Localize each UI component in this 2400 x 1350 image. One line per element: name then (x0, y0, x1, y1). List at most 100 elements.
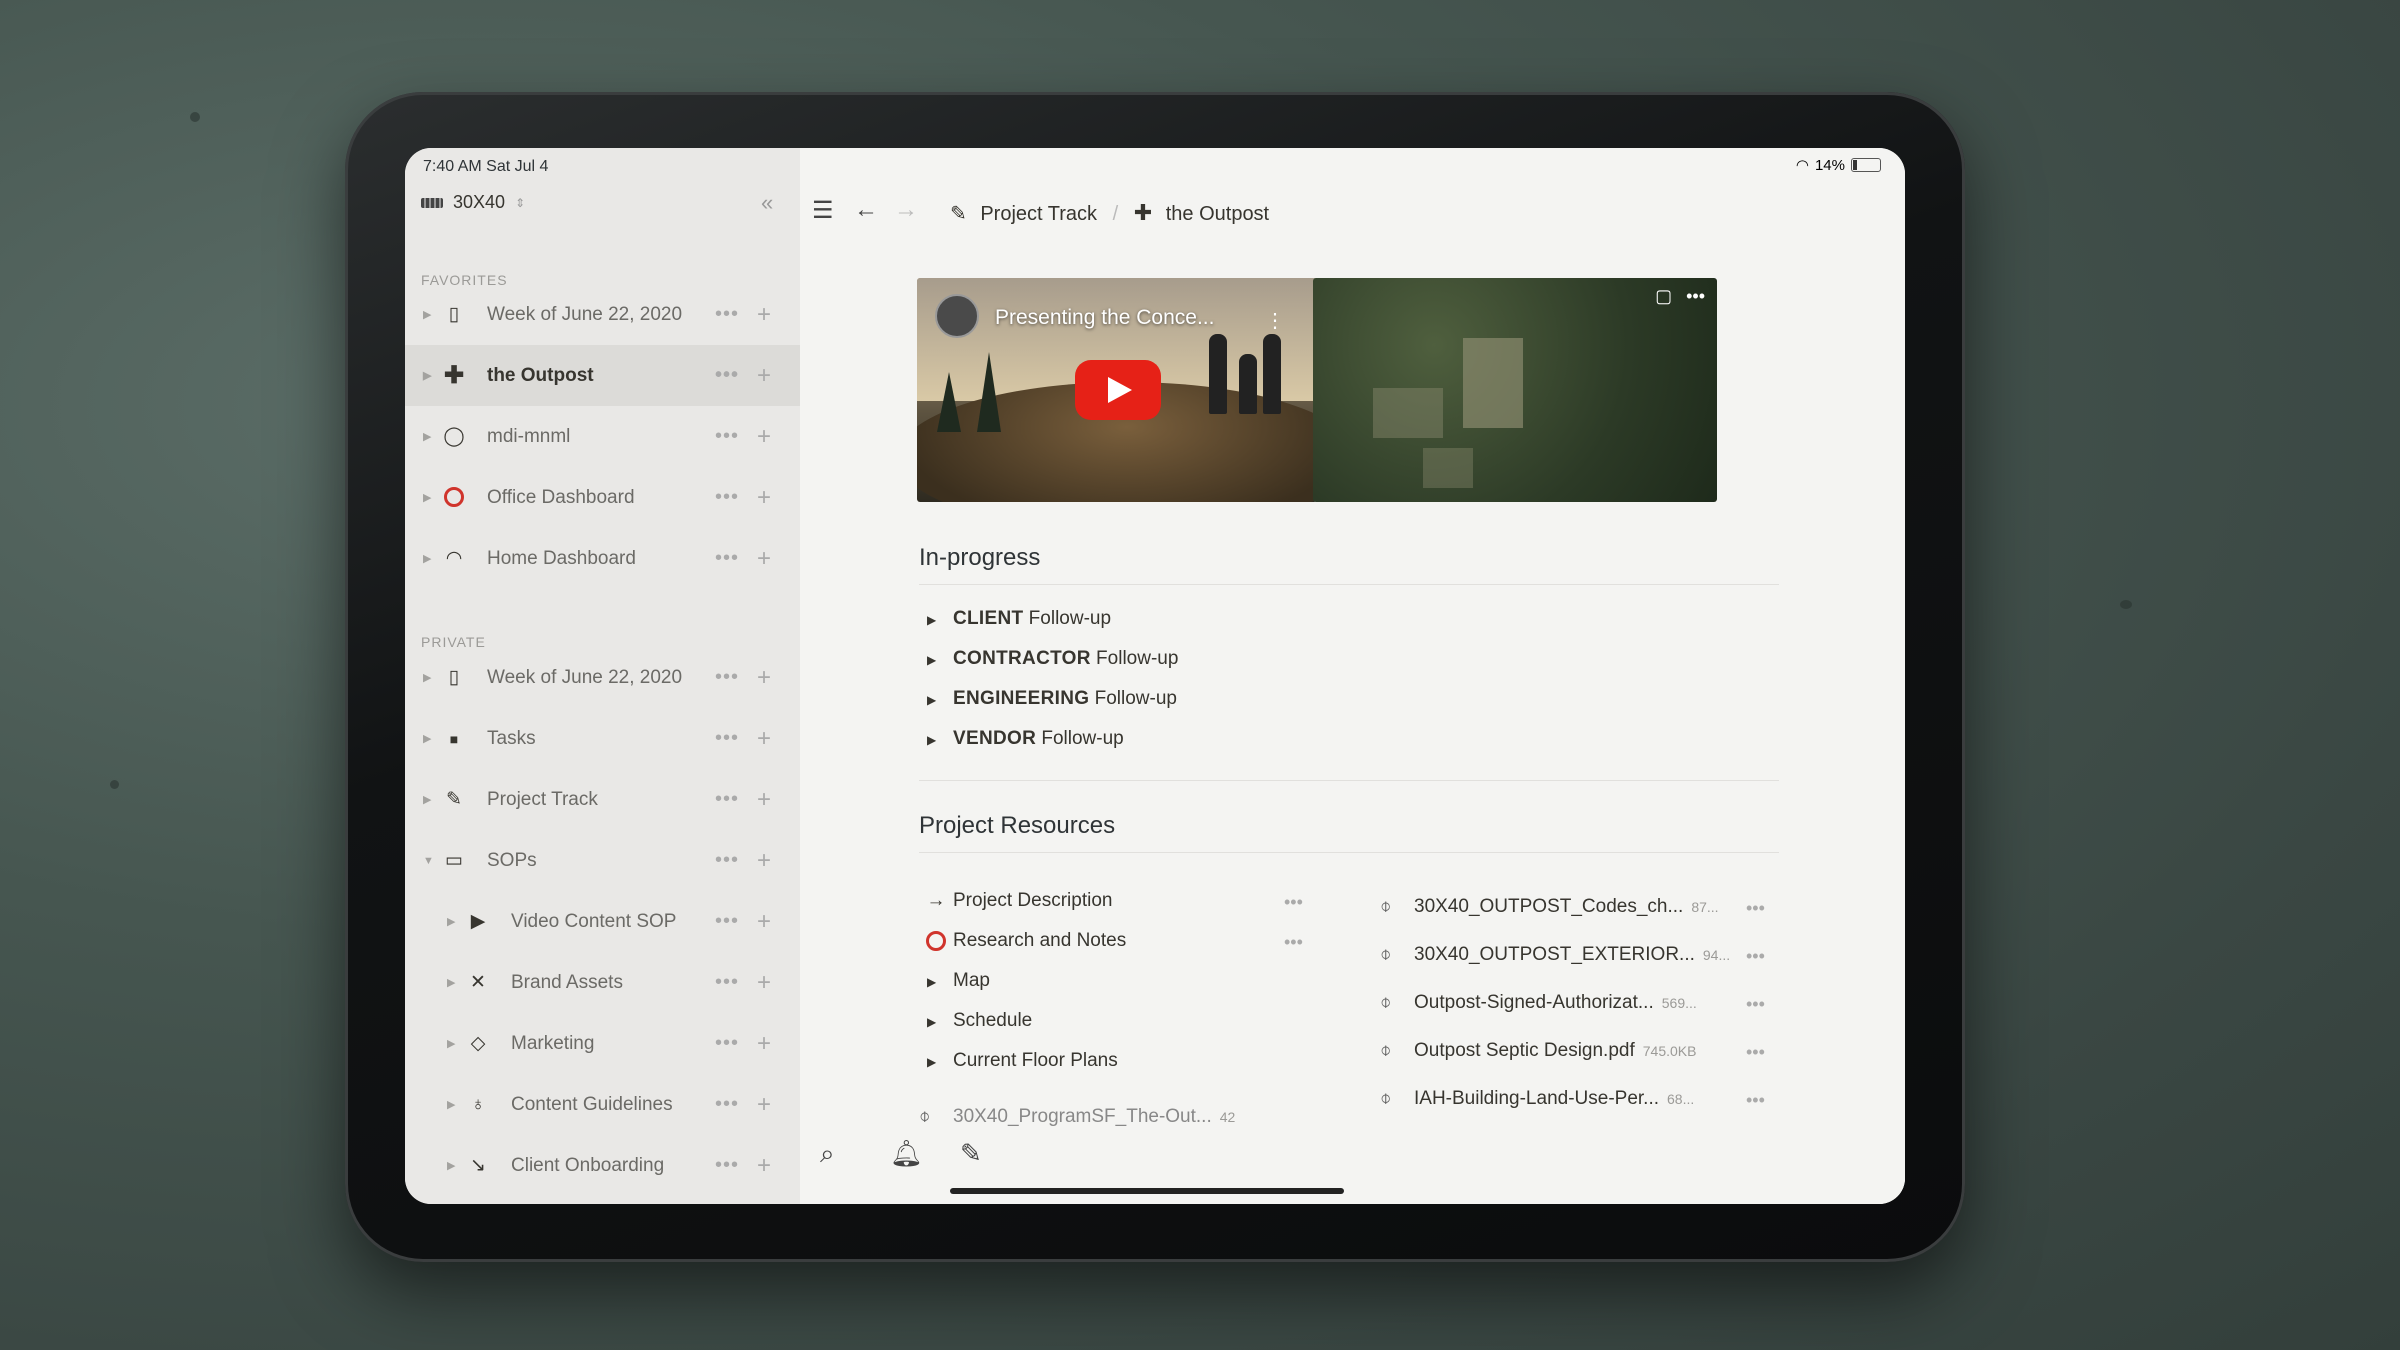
file-exterior[interactable]: ⌽ 30X40_OUTPOST_EXTERIOR... 94... (1380, 944, 1730, 966)
add-page-icon[interactable]: + (757, 423, 771, 451)
sidebar-item-private-week[interactable]: ▶ ▯ Week of June 22, 2020 ••• + (405, 647, 800, 708)
more-options-icon[interactable]: ••• (715, 727, 739, 750)
file-programsf[interactable]: ⌽ 30X40_ProgramSF_The-Out... 42 (919, 1106, 1235, 1128)
toggle-triangle-icon[interactable]: ▶ (919, 975, 953, 989)
sidebar-item-brand-assets[interactable]: ▶ ✕ Brand Assets ••• + (405, 952, 800, 1013)
more-options-icon[interactable]: ••• (1746, 946, 1765, 967)
expand-triangle-icon[interactable]: ▶ (423, 793, 431, 806)
forward-arrow-icon[interactable]: → (894, 196, 918, 224)
sidebar-item-home-dashboard[interactable]: ▶ ◠ Home Dashboard ••• + (405, 528, 800, 589)
toggle-triangle-icon[interactable]: ▶ (919, 613, 953, 627)
add-page-icon[interactable]: + (757, 545, 771, 573)
toggle-triangle-icon[interactable]: ▶ (919, 693, 953, 707)
breadcrumb-current[interactable]: the Outpost (1166, 203, 1269, 225)
more-options-icon[interactable]: ••• (715, 910, 739, 933)
add-page-icon[interactable]: + (757, 847, 771, 875)
expand-triangle-icon[interactable]: ▶ (423, 308, 431, 321)
more-options-icon[interactable]: ••• (715, 364, 739, 387)
sidebar-item-the-outpost[interactable]: ▶ ✚ the Outpost ••• + (405, 345, 800, 406)
add-page-icon[interactable]: + (757, 664, 771, 692)
add-page-icon[interactable]: + (757, 1152, 771, 1180)
more-options-icon[interactable]: ••• (1746, 994, 1765, 1015)
expand-triangle-icon[interactable]: ▶ (447, 1037, 455, 1050)
more-options-icon[interactable]: ••• (715, 849, 739, 872)
toggle-triangle-icon[interactable]: ▶ (919, 733, 953, 747)
toggle-triangle-icon[interactable]: ▶ (919, 1055, 953, 1069)
workspace-switcher[interactable]: 30X40 ⇕ (421, 192, 525, 213)
expand-triangle-icon[interactable]: ▶ (447, 915, 455, 928)
expand-triangle-icon[interactable]: ▶ (423, 552, 431, 565)
breadcrumb-parent[interactable]: Project Track (980, 203, 1097, 225)
add-page-icon[interactable]: + (757, 362, 771, 390)
more-options-icon[interactable]: ••• (1746, 1090, 1765, 1111)
more-options-icon[interactable]: ••• (715, 1032, 739, 1055)
toggle-vendor[interactable]: ▶ VENDOR Follow-up (919, 728, 1124, 750)
comment-icon[interactable]: ▢ (1655, 286, 1672, 307)
back-arrow-icon[interactable]: ← (854, 196, 878, 224)
menu-icon[interactable]: ☰ (812, 196, 834, 225)
sidebar-item-client-onboarding[interactable]: ▶ ↘ Client Onboarding ••• + (405, 1135, 800, 1196)
file-signed-authorization[interactable]: ⌽ Outpost-Signed-Authorizat... 569... (1380, 992, 1697, 1014)
collapse-sidebar-icon[interactable]: « (761, 190, 773, 216)
toggle-client[interactable]: ▶ CLIENT Follow-up (919, 608, 1111, 630)
expand-triangle-icon[interactable]: ▶ (447, 1098, 455, 1111)
add-page-icon[interactable]: + (757, 1030, 771, 1058)
file-iah-building[interactable]: ⌽ IAH-Building-Land-Use-Per... 68... (1380, 1088, 1694, 1110)
resource-research-and-notes[interactable]: Research and Notes (919, 930, 1126, 952)
more-options-icon[interactable]: ••• (1284, 932, 1303, 953)
video-embed[interactable]: Presenting the Conce... ⋮ (917, 278, 1317, 502)
toggle-triangle-icon[interactable]: ▶ (919, 653, 953, 667)
youtube-play-icon[interactable] (1075, 360, 1161, 420)
sidebar-item-video-content-sop[interactable]: ▶ ▶ Video Content SOP ••• + (405, 891, 800, 952)
expand-triangle-icon[interactable]: ▶ (447, 1159, 455, 1172)
more-options-icon[interactable]: ••• (1284, 892, 1303, 913)
bell-icon[interactable]: 🔔︎ (890, 1138, 923, 1169)
more-options-icon[interactable]: ••• (715, 1154, 739, 1177)
new-page-icon[interactable]: ✎ (960, 1138, 982, 1169)
expand-triangle-icon[interactable]: ▶ (423, 671, 431, 684)
add-page-icon[interactable]: + (757, 725, 771, 753)
more-options-icon[interactable]: ••• (715, 666, 739, 689)
expand-triangle-icon[interactable]: ▶ (423, 430, 431, 443)
more-options-icon[interactable]: ••• (715, 425, 739, 448)
more-options-icon[interactable]: ••• (1686, 286, 1705, 307)
add-page-icon[interactable]: + (757, 786, 771, 814)
toggle-engineering[interactable]: ▶ ENGINEERING Follow-up (919, 688, 1177, 710)
sidebar-item-office-dashboard[interactable]: ▶ Office Dashboard ••• + (405, 467, 800, 528)
file-septic-design[interactable]: ⌽ Outpost Septic Design.pdf 745.0KB (1380, 1040, 1696, 1062)
more-options-icon[interactable]: ••• (715, 303, 739, 326)
expand-triangle-icon[interactable]: ▶ (423, 491, 431, 504)
file-codes[interactable]: ⌽ 30X40_OUTPOST_Codes_ch... 87... (1380, 896, 1719, 918)
sidebar-item-project-track[interactable]: ▶ ✎ Project Track ••• + (405, 769, 800, 830)
expand-triangle-icon[interactable]: ▶ (423, 732, 431, 745)
toggle-contractor[interactable]: ▶ CONTRACTOR Follow-up (919, 648, 1178, 670)
add-page-icon[interactable]: + (757, 301, 771, 329)
expand-triangle-icon[interactable]: ▶ (423, 369, 431, 382)
toggle-triangle-icon[interactable]: ▶ (919, 1015, 953, 1029)
add-page-icon[interactable]: + (757, 969, 771, 997)
more-options-icon[interactable]: ••• (1746, 1042, 1765, 1063)
expand-triangle-icon[interactable]: ▶ (447, 976, 455, 989)
more-options-icon[interactable]: ••• (715, 486, 739, 509)
more-options-icon[interactable]: ••• (715, 971, 739, 994)
collapse-triangle-icon[interactable]: ▼ (423, 855, 434, 867)
toggle-map[interactable]: ▶ Map (919, 970, 990, 992)
sidebar-item-content-guidelines[interactable]: ▶ ♁ Content Guidelines ••• + (405, 1074, 800, 1135)
more-options-icon[interactable]: ••• (715, 547, 739, 570)
more-options-icon[interactable]: ••• (715, 788, 739, 811)
resource-project-description[interactable]: → Project Description (919, 890, 1113, 912)
sidebar-item-week-of-june-22[interactable]: ▶ ▯ Week of June 22, 2020 ••• + (405, 284, 800, 345)
more-options-icon[interactable]: ••• (1746, 898, 1765, 919)
sidebar-item-marketing[interactable]: ▶ ◇ Marketing ••• + (405, 1013, 800, 1074)
video-kebab-icon[interactable]: ⋮ (1265, 308, 1285, 333)
add-page-icon[interactable]: + (757, 908, 771, 936)
sidebar-item-tasks[interactable]: ▶ ■ Tasks ••• + (405, 708, 800, 769)
search-icon[interactable]: ⌕ (820, 1138, 835, 1170)
sidebar-item-mdi-mnml[interactable]: ▶ ◯ mdi-mnml ••• + (405, 406, 800, 467)
home-indicator[interactable] (950, 1188, 1344, 1194)
add-page-icon[interactable]: + (757, 1091, 771, 1119)
add-page-icon[interactable]: + (757, 484, 771, 512)
aerial-map-embed[interactable]: ▢ ••• (1313, 278, 1717, 502)
more-options-icon[interactable]: ••• (715, 1093, 739, 1116)
toggle-current-floor-plans[interactable]: ▶ Current Floor Plans (919, 1050, 1118, 1072)
